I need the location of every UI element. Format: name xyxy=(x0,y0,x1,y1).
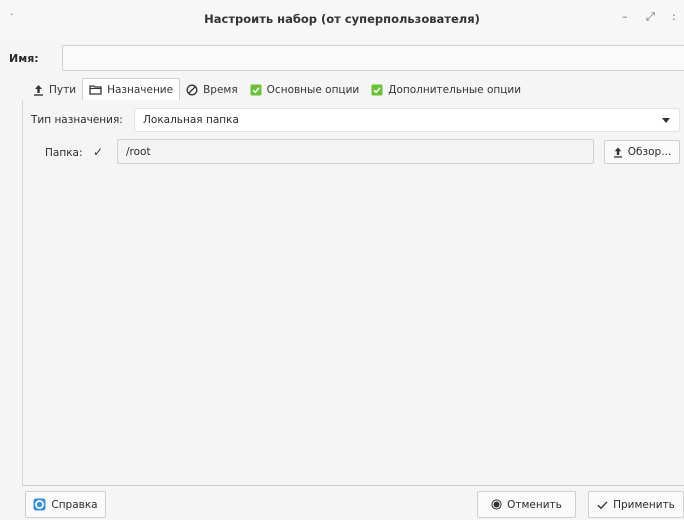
name-input[interactable] xyxy=(62,45,684,71)
clock-off-icon xyxy=(186,84,198,96)
folder-path-input[interactable]: /root xyxy=(117,139,594,164)
tab-paths-label: Пути xyxy=(49,83,77,96)
cancel-button-label: Отменить xyxy=(507,498,562,511)
green-check-icon xyxy=(250,84,262,96)
name-label: Имя: xyxy=(9,52,39,65)
apply-button[interactable]: Применить xyxy=(588,491,684,518)
tab-advanced-options[interactable]: Дополнительные опции xyxy=(365,78,527,101)
tab-time[interactable]: Время xyxy=(180,78,244,101)
browse-button[interactable]: Обзор... xyxy=(604,140,680,164)
tab-basic-options-label: Основные опции xyxy=(266,83,360,96)
destination-type-value: Локальная папка xyxy=(143,114,239,126)
apply-button-label: Применить xyxy=(613,498,675,511)
checkmark-icon xyxy=(597,500,608,510)
tab-basic-options[interactable]: Основные опции xyxy=(244,78,366,101)
tab-paths[interactable]: Пути xyxy=(27,78,82,101)
tab-destination[interactable]: Назначение xyxy=(82,78,181,101)
tab-advanced-options-label: Дополнительные опции xyxy=(388,83,522,96)
cancel-icon xyxy=(491,499,502,510)
browse-button-label: Обзор... xyxy=(627,146,672,158)
minimize-button[interactable]: – xyxy=(622,10,628,23)
destination-type-select[interactable]: Локальная папка xyxy=(134,108,680,132)
window-title: Настроить набор (от суперпользователя) xyxy=(204,12,480,26)
check-icon: ✓ xyxy=(93,145,104,159)
tab-bar: Пути Назначение Время Основные опции Доп… xyxy=(27,78,527,101)
tab-time-label: Время xyxy=(203,83,238,96)
dropdown-arrow-icon xyxy=(662,118,670,123)
upload-icon xyxy=(613,147,623,158)
tab-destination-label: Назначение xyxy=(107,83,174,96)
folder-icon xyxy=(89,84,102,95)
close-button[interactable]: : xyxy=(672,10,676,23)
cancel-button[interactable]: Отменить xyxy=(477,491,576,518)
upload-icon xyxy=(33,84,44,96)
green-check-icon xyxy=(371,84,383,96)
maximize-button[interactable]: ⤢ xyxy=(646,10,655,24)
help-button[interactable]: Справка xyxy=(25,491,106,518)
folder-label: Папка: xyxy=(45,147,83,159)
help-button-label: Справка xyxy=(51,498,98,511)
destination-type-label: Тип назначения: xyxy=(31,114,123,126)
help-icon xyxy=(33,498,46,511)
folder-path-value: /root xyxy=(126,146,151,158)
